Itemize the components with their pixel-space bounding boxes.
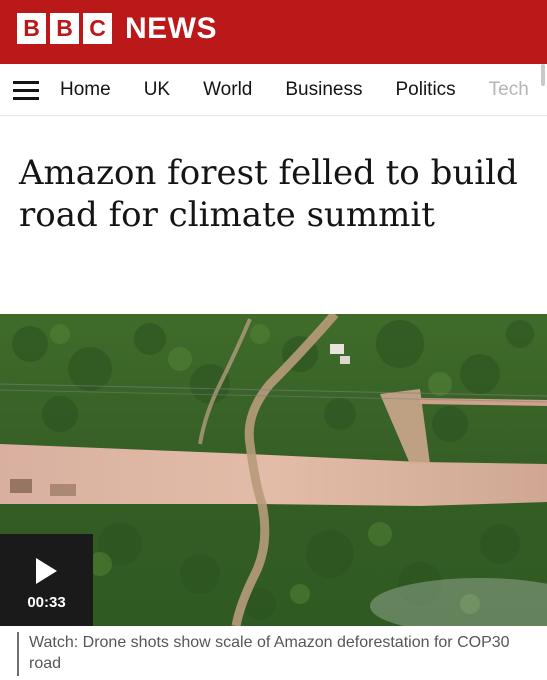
nav-item-uk[interactable]: UK <box>144 79 170 101</box>
nav-item-tech[interactable]: Tech <box>489 79 529 101</box>
caption-divider <box>17 632 19 676</box>
masthead: B B C NEWS <box>0 0 547 64</box>
logo-letter-b1: B <box>17 13 46 44</box>
nav-item-world[interactable]: World <box>203 79 252 101</box>
nav-items: Home UK World Business Politics Tech <box>60 64 547 115</box>
logo-letter-b2: B <box>50 13 79 44</box>
headline-area: Amazon forest felled to build road for c… <box>0 116 547 314</box>
nav-item-politics[interactable]: Politics <box>395 79 455 101</box>
play-icon <box>36 558 57 584</box>
video-duration: 00:33 <box>27 594 66 611</box>
hamburger-menu-icon[interactable] <box>13 81 39 100</box>
bbc-logo[interactable]: B B C <box>17 13 112 44</box>
nav-item-business[interactable]: Business <box>285 79 362 101</box>
caption-area: Watch: Drone shots show scale of Amazon … <box>0 626 547 680</box>
play-button[interactable]: 00:33 <box>0 534 93 626</box>
nav-bar: Home UK World Business Politics Tech <box>0 64 547 116</box>
scrollbar-thumb[interactable] <box>541 64 545 86</box>
article-headline: Amazon forest felled to build road for c… <box>19 153 518 235</box>
news-wordmark[interactable]: NEWS <box>125 12 217 45</box>
nav-item-home[interactable]: Home <box>60 79 111 101</box>
video-caption: Watch: Drone shots show scale of Amazon … <box>29 634 510 672</box>
logo-letter-c: C <box>83 13 112 44</box>
